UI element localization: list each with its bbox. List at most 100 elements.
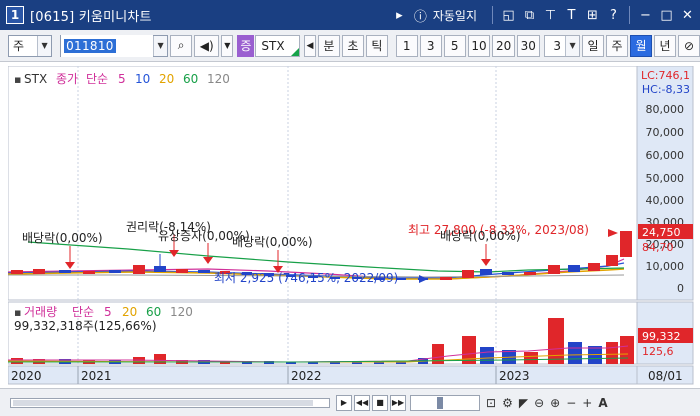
rewind-icon[interactable]: ◀◀ bbox=[354, 394, 370, 411]
price-panel bbox=[7, 65, 638, 301]
stock-code-combo[interactable]: 011810 ▼ bbox=[60, 34, 169, 57]
lc-label: LC:746,1 bbox=[641, 69, 690, 82]
scroll-thumb[interactable] bbox=[13, 399, 313, 406]
market-select-value: 주 bbox=[13, 39, 25, 53]
timeframe-year[interactable]: 년 bbox=[654, 34, 677, 57]
window-title: [0615] 키움미니차트 bbox=[30, 9, 152, 25]
candle bbox=[524, 272, 536, 275]
timeframe-month[interactable]: 월 bbox=[630, 34, 653, 57]
speaker-icon[interactable]: ◀) bbox=[194, 34, 220, 57]
candle bbox=[440, 277, 452, 280]
volume-legend-ma-5: 5 bbox=[104, 305, 112, 319]
legend-marker-icon: ▪ bbox=[14, 306, 21, 319]
candle bbox=[620, 231, 632, 257]
y-tick: 10,000 bbox=[646, 260, 685, 273]
chevron-down-icon[interactable]: ▼ bbox=[221, 34, 234, 57]
volume-bar bbox=[480, 347, 494, 364]
legend-close-label: 종가 bbox=[56, 72, 78, 86]
legend-ma-10: 10 bbox=[135, 72, 150, 86]
candle bbox=[176, 269, 188, 273]
last-date-label: 08/01 bbox=[648, 369, 683, 383]
scroll-bar[interactable] bbox=[10, 397, 330, 408]
candle bbox=[33, 269, 45, 274]
stop-icon[interactable]: ■ bbox=[372, 394, 388, 411]
volume-panel bbox=[7, 301, 638, 365]
x-label: 2021 bbox=[81, 369, 112, 383]
stock-code-value: 011810 bbox=[64, 38, 116, 53]
legend-ma-60: 60 bbox=[183, 72, 198, 86]
ma-price-value: 84,70 bbox=[642, 241, 674, 254]
current-volume-value: 99,332 bbox=[642, 330, 681, 343]
candle bbox=[606, 255, 618, 266]
annotation-low: 최저 2,925 (746,15%, 2022/09) bbox=[214, 271, 398, 285]
candle bbox=[11, 270, 23, 274]
help-icon[interactable]: ? bbox=[605, 7, 622, 24]
interval-5[interactable]: 5 bbox=[443, 34, 466, 57]
fast-forward-icon[interactable]: ▶▶ bbox=[390, 394, 406, 411]
interval-20[interactable]: 20 bbox=[492, 34, 515, 57]
volume-bar bbox=[462, 336, 476, 364]
candle bbox=[83, 271, 95, 274]
candle bbox=[109, 270, 121, 273]
plus-icon[interactable]: + bbox=[582, 396, 592, 410]
period-tick[interactable]: 틱 bbox=[365, 34, 388, 57]
layout-icon[interactable]: ◱ bbox=[500, 7, 517, 24]
gear-icon[interactable]: ⚙ bbox=[502, 396, 513, 410]
chart-svg[interactable]: LC:746,1 HC:-8,33 80,000 70,000 60,000 5… bbox=[7, 65, 698, 386]
settings-icon[interactable]: ⊘ bbox=[678, 34, 700, 57]
minimize-icon[interactable]: − bbox=[637, 7, 654, 24]
window-number[interactable]: 1 bbox=[6, 6, 24, 24]
grid-icon[interactable]: ⊞ bbox=[584, 7, 601, 24]
annotation-dividend-2: 배당락(0,00%) bbox=[232, 235, 313, 249]
drawing-icon[interactable]: ◤ bbox=[519, 396, 528, 410]
auto-save-label[interactable]: 자동일지 bbox=[433, 7, 477, 24]
info-icon[interactable]: ⓘ bbox=[412, 7, 429, 25]
close-icon[interactable]: ✕ bbox=[679, 7, 696, 24]
hc-label: HC:-8,33 bbox=[642, 83, 690, 96]
title-separator-2 bbox=[629, 6, 630, 24]
minus-icon[interactable]: − bbox=[566, 396, 576, 410]
interval-3[interactable]: 3 bbox=[419, 34, 442, 57]
copy-window-icon[interactable]: ⧉ bbox=[521, 7, 538, 24]
timeframe-day[interactable]: 일 bbox=[582, 34, 605, 57]
annotation-dividend-1: 배당락(0,00%) bbox=[22, 231, 103, 245]
candle bbox=[480, 269, 492, 275]
chevron-down-icon[interactable]: ▼ bbox=[565, 35, 580, 56]
menu-arrow-icon[interactable]: ▸ bbox=[391, 7, 408, 24]
zoom-out-icon[interactable]: ⊖ bbox=[534, 396, 544, 410]
font-size-icon[interactable]: A bbox=[598, 396, 607, 410]
chart-area[interactable]: LC:746,1 HC:-8,33 80,000 70,000 60,000 5… bbox=[7, 65, 698, 386]
lock-icon[interactable]: ⊡ bbox=[486, 396, 496, 410]
volume-bar bbox=[620, 336, 634, 364]
interval-select[interactable]: 3 ▼ bbox=[543, 34, 581, 57]
market-select[interactable]: 주 ▼ bbox=[8, 34, 53, 57]
prev-arrow-icon[interactable]: ◀ bbox=[303, 34, 316, 57]
play-icon[interactable]: ▶ bbox=[336, 394, 352, 411]
search-icon[interactable]: ⌕ bbox=[170, 34, 193, 57]
current-price-value: 24,750 bbox=[642, 226, 681, 239]
period-minute[interactable]: 분 bbox=[317, 34, 340, 57]
period-second[interactable]: 초 bbox=[341, 34, 364, 57]
timeframe-week[interactable]: 주 bbox=[606, 34, 629, 57]
interval-1[interactable]: 1 bbox=[395, 34, 418, 57]
slider-thumb[interactable] bbox=[437, 396, 443, 409]
annotation-dividend-3: 배당락(0,00%) bbox=[440, 229, 521, 243]
volume-bar bbox=[524, 352, 538, 364]
stock-code-input[interactable]: 011810 bbox=[61, 34, 154, 57]
text-icon[interactable]: T bbox=[563, 7, 580, 24]
maximize-icon[interactable]: □ bbox=[658, 7, 675, 24]
candle bbox=[154, 266, 166, 272]
zoom-in-icon[interactable]: ⊕ bbox=[550, 396, 560, 410]
volume-legend-ma-20: 20 bbox=[122, 305, 137, 319]
interval-30[interactable]: 30 bbox=[516, 34, 540, 57]
chevron-down-icon[interactable]: ▼ bbox=[37, 35, 52, 56]
volume-bar bbox=[606, 342, 618, 364]
y-tick: 40,000 bbox=[646, 194, 685, 207]
legend-ma-type: 단순 bbox=[86, 72, 108, 86]
speed-slider[interactable] bbox=[410, 394, 480, 411]
interval-10[interactable]: 10 bbox=[467, 34, 491, 57]
pin-icon[interactable]: ⊤ bbox=[542, 7, 559, 24]
chevron-down-icon[interactable]: ▼ bbox=[153, 35, 168, 56]
legend-marker-icon: ▪ bbox=[14, 73, 21, 86]
candle bbox=[198, 270, 210, 273]
